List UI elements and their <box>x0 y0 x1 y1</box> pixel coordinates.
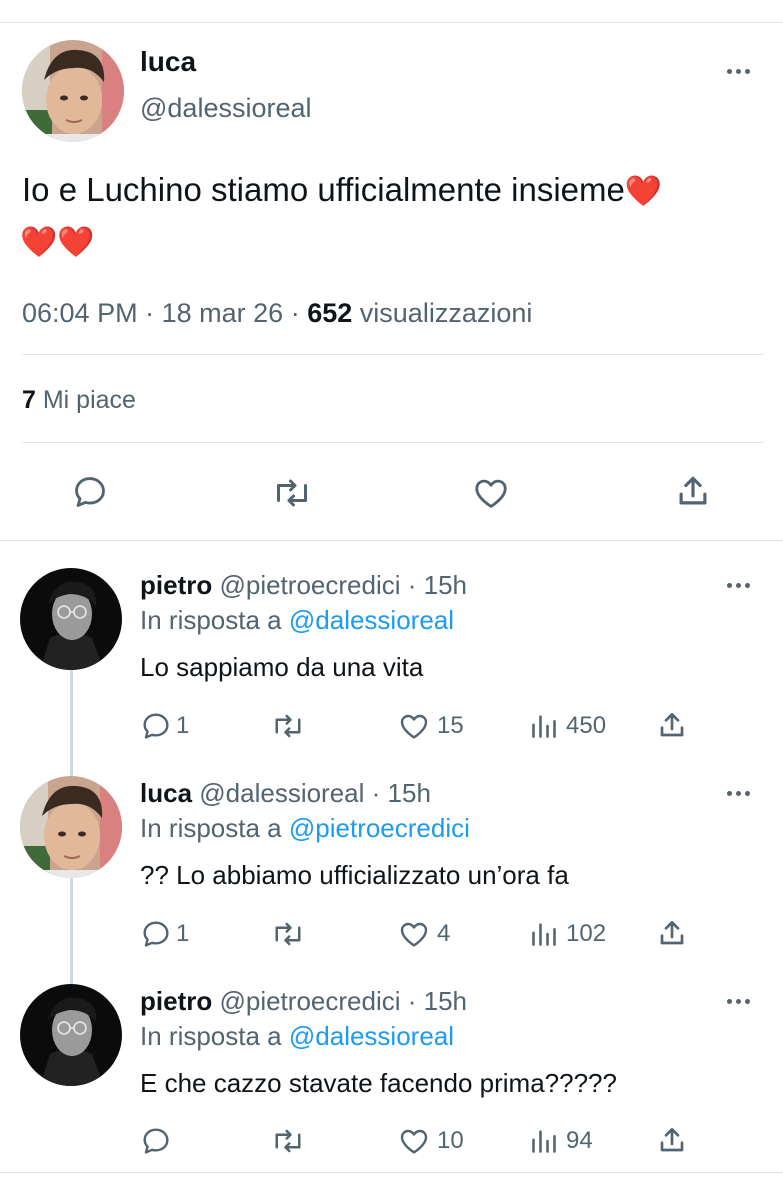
views-icon[interactable] <box>530 920 558 948</box>
top-divider <box>0 22 783 23</box>
tweet-time[interactable]: 06:04 PM <box>22 298 138 328</box>
heart-icon[interactable] <box>471 474 511 512</box>
more-icon[interactable] <box>727 69 750 74</box>
likes-count: 7 <box>22 386 36 414</box>
comment-icon[interactable] <box>71 473 109 511</box>
views-icon[interactable] <box>530 712 558 740</box>
share-icon[interactable] <box>656 917 688 949</box>
heart-emoji: ❤️ <box>20 226 58 259</box>
reply-time[interactable]: · 15h <box>408 570 467 600</box>
reply-count: 1 <box>176 712 190 739</box>
divider <box>22 354 763 355</box>
avatar-luca[interactable] <box>22 40 124 142</box>
thread-line <box>70 670 73 776</box>
thread-line <box>70 878 73 984</box>
meta-separator: · <box>145 298 155 328</box>
divider <box>0 540 783 541</box>
heart-emoji: ❤️ <box>57 226 95 259</box>
reply-text: E che cazzo stavate facendo prima????? <box>140 1068 617 1098</box>
reply-count: 1 <box>176 920 190 947</box>
view-count: 102 <box>566 920 607 947</box>
bottom-divider <box>0 1172 783 1173</box>
reply-to-mention[interactable]: @pietroecredici <box>289 813 470 843</box>
reply-header: pietro @pietroecredici · 15h <box>140 570 467 601</box>
like-count: 4 <box>437 920 451 947</box>
more-icon[interactable] <box>727 583 750 588</box>
reply-author-name[interactable]: pietro <box>140 570 212 600</box>
share-icon[interactable] <box>656 1124 688 1156</box>
reply-context: In risposta a @dalessioreal <box>140 605 454 636</box>
reply-author-name[interactable]: luca <box>140 778 192 808</box>
reply-time[interactable]: · 15h <box>372 778 431 808</box>
more-icon[interactable] <box>727 791 750 796</box>
reply-time[interactable]: · 15h <box>408 986 467 1016</box>
tweet-text: Io e Luchino stiamo ufficialmente insiem… <box>22 170 662 212</box>
avatar-luca[interactable] <box>20 776 122 878</box>
view-count: 94 <box>566 1127 593 1154</box>
meta-separator: · <box>290 298 300 328</box>
tweet-text-body: Io e Luchino stiamo ufficialmente insiem… <box>22 171 625 208</box>
views-count: 652 <box>307 298 353 328</box>
likes-summary[interactable]: 7 Mi piace <box>22 386 136 415</box>
reply-header: pietro @pietroecredici · 15h <box>140 986 467 1017</box>
comment-icon[interactable] <box>140 1125 172 1157</box>
reply-author-handle[interactable]: @pietroecredici <box>219 986 400 1016</box>
heart-emoji: ❤️ <box>624 175 663 208</box>
more-icon[interactable] <box>727 999 750 1004</box>
tweet-meta: 06:04 PM · 18 mar 26 · 652 visualizzazio… <box>22 298 532 329</box>
reply-author-handle[interactable]: @pietroecredici <box>219 570 400 600</box>
retweet-icon[interactable] <box>271 475 313 511</box>
reply-to-mention[interactable]: @dalessioreal <box>289 605 454 635</box>
divider <box>22 442 763 443</box>
avatar-pietro[interactable] <box>20 568 122 670</box>
avatar-pietro[interactable] <box>20 984 122 1086</box>
retweet-icon[interactable] <box>270 1126 306 1156</box>
reply-to-mention[interactable]: @dalessioreal <box>289 1021 454 1051</box>
views-label: visualizzazioni <box>359 298 533 328</box>
share-icon[interactable] <box>674 472 712 510</box>
retweet-icon[interactable] <box>270 919 306 949</box>
reply-context: In risposta a @pietroecredici <box>140 813 470 844</box>
comment-icon[interactable] <box>140 710 172 742</box>
heart-icon[interactable] <box>397 918 431 950</box>
reply-text: Lo sappiamo da una vita <box>140 652 424 682</box>
reply-context-prefix: In risposta a <box>140 813 282 843</box>
reply-header: luca @dalessioreal · 15h <box>140 778 431 809</box>
author-name[interactable]: luca <box>140 46 196 78</box>
reply-author-name[interactable]: pietro <box>140 986 212 1016</box>
reply-context-prefix: In risposta a <box>140 605 282 635</box>
heart-icon[interactable] <box>397 1125 431 1157</box>
like-count: 15 <box>437 712 464 739</box>
tweet-text-emoji-line: ❤️❤️ <box>20 225 95 261</box>
share-icon[interactable] <box>656 709 688 741</box>
tweet-date[interactable]: 18 mar 26 <box>162 298 284 328</box>
reply-context-prefix: In risposta a <box>140 1021 282 1051</box>
reply-author-handle[interactable]: @dalessioreal <box>199 778 364 808</box>
reply-text: ?? Lo abbiamo ufficializzato un’ora fa <box>140 860 569 890</box>
reply-context: In risposta a @dalessioreal <box>140 1021 454 1052</box>
comment-icon[interactable] <box>140 918 172 950</box>
author-handle[interactable]: @dalessioreal <box>140 93 312 124</box>
like-count: 10 <box>437 1127 464 1154</box>
retweet-icon[interactable] <box>270 711 306 741</box>
view-count: 450 <box>566 712 607 739</box>
heart-icon[interactable] <box>397 710 431 742</box>
likes-label: Mi piace <box>42 386 136 414</box>
views-icon[interactable] <box>530 1127 558 1155</box>
